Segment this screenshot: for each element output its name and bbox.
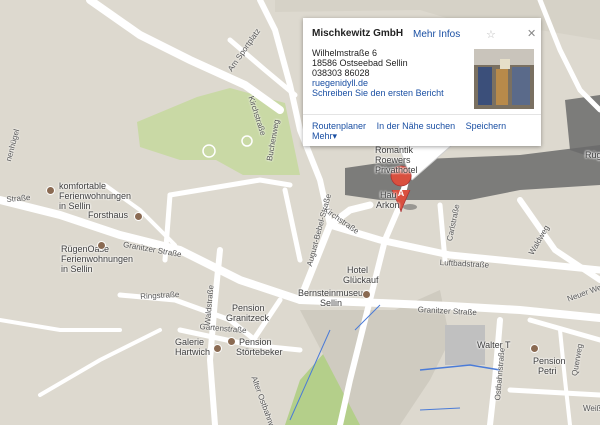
place-label: Privathotel (375, 165, 418, 175)
place-label: Glückauf (343, 275, 379, 285)
business-name: Mischkewitz GmbH (312, 28, 404, 39)
poi-icon[interactable] (97, 241, 106, 250)
place-label: Ferienwohnungen (61, 254, 134, 264)
place-label: in Sellin (59, 201, 91, 211)
poi-icon[interactable] (227, 337, 236, 346)
star-icon[interactable]: ☆ (486, 28, 496, 41)
close-icon[interactable]: ✕ (527, 27, 536, 40)
poi-icon[interactable] (530, 344, 539, 353)
place-label: Bernsteinmuseum (298, 288, 371, 298)
place-label: Hau (380, 190, 397, 200)
website-link[interactable]: ruegenidyll.de (312, 78, 444, 88)
address-street: Wilhelmstraße 6 (312, 48, 378, 58)
place-label: Ferienwohnungen (59, 191, 132, 201)
place-label: Rüg (585, 150, 600, 160)
place-label: Roewers (375, 155, 411, 165)
save-link[interactable]: Speichern (466, 121, 507, 131)
place-label: Hartwich (175, 347, 211, 357)
place-label: Störtebeker (236, 347, 283, 357)
place-label: Pension (239, 337, 272, 347)
info-actions: Routenplaner In der Nähe suchen Speicher… (312, 121, 541, 142)
location-marker-a[interactable]: A (396, 188, 406, 198)
search-nearby-link[interactable]: In der Nähe suchen (377, 121, 456, 131)
business-photo[interactable] (474, 49, 534, 109)
more-dropdown[interactable]: Mehr▾ (312, 131, 337, 141)
place-label: in Sellin (61, 264, 93, 274)
street-label: Weiß (583, 404, 600, 413)
place-label: Petri (538, 366, 557, 376)
poi-icon[interactable] (46, 186, 55, 195)
place-label: Granitzeck (226, 313, 270, 323)
place-label: Hotel (347, 265, 369, 275)
place-label: Galerie (175, 337, 205, 347)
place-label: Romantik (375, 145, 414, 155)
info-window: Mischkewitz GmbH Mehr Infos ☆ ✕ Wilhelms… (303, 18, 541, 146)
place-label: komfortable (59, 181, 107, 191)
place-label: Pension (232, 303, 265, 313)
place-label: Forsthaus (88, 210, 129, 220)
review-link[interactable]: Schreiben Sie den ersten Bericht (312, 88, 444, 98)
phone-number: 038303 86028 (312, 68, 370, 78)
place-label: Arkon (376, 200, 400, 210)
business-address: Wilhelmstraße 6 18586 Ostseebad Sellin 0… (312, 48, 444, 98)
more-info-link[interactable]: Mehr Infos (413, 29, 460, 40)
place-label: Sellin (320, 298, 343, 308)
route-planner-link[interactable]: Routenplaner (312, 121, 366, 131)
poi-icon[interactable] (134, 212, 143, 221)
place-label: Pension (533, 356, 566, 366)
map[interactable]: A komfortable Ferienwohnungen in Sellin … (0, 0, 600, 425)
address-city: 18586 Ostseebad Sellin (312, 58, 408, 68)
poi-icon[interactable] (362, 290, 371, 299)
poi-icon[interactable] (213, 344, 222, 353)
